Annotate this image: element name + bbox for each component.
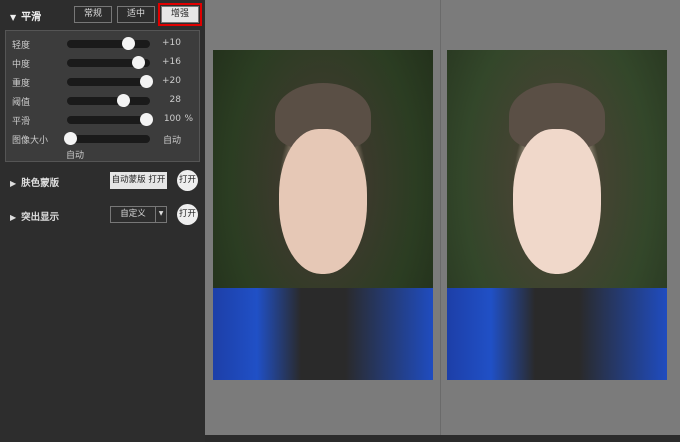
highlight-select[interactable]: 自定义 ▼ [110,206,167,223]
slider-value: 100 [163,114,181,124]
slider-thumb[interactable] [64,132,78,145]
slider-label: 重度 [12,79,31,89]
slider-unit: % [184,114,193,124]
slider-row: 中度 +16 [6,55,201,71]
collapse-triangle-icon: ▼ [10,13,17,22]
expand-triangle-icon: ▶ [10,213,17,222]
slider-label: 平滑 [12,117,31,127]
select-value: 自定义 [120,209,146,219]
slider-track[interactable] [67,113,153,126]
slider-value: 自动 [162,136,181,146]
skin-mask-toggle[interactable]: 打开 [177,170,198,191]
slider-track[interactable] [67,94,150,107]
slider-label: 阈值 [12,98,31,108]
dropdown-arrow-icon: ▼ [155,207,166,222]
slider-track[interactable] [64,132,150,145]
slider-thumb[interactable] [139,113,153,126]
preset-normal-button[interactable]: 常规 [74,6,112,23]
slider-thumb[interactable] [139,75,153,88]
slider-track[interactable] [67,37,150,50]
divider [440,0,441,435]
auto-mask-button[interactable]: 自动蒙版 打开 [110,172,167,189]
skin-mask-header[interactable]: ▶ 肤色蒙版 [10,175,59,189]
preset-enhanced-button[interactable]: 增强 [158,3,202,26]
slider-thumb[interactable] [121,37,135,50]
slider-label: 中度 [12,60,31,70]
settings-panel: ▼ 平滑 常规 适中 增强 轻度 +10 中度 +16 重度 +20 阈值 28 … [0,0,205,442]
slider-thumb[interactable] [132,56,146,69]
section-title: 突出显示 [21,212,60,223]
slider-thumb[interactable] [116,94,130,107]
section-title: 平滑 [21,12,42,23]
after-photo [447,50,667,380]
slider-label: 轻度 [12,41,31,51]
slider-row: 图像大小 自动 [6,131,201,147]
section-title: 肤色蒙版 [21,178,60,189]
slider-track[interactable] [67,56,150,69]
before-photo [213,50,433,380]
slider-track[interactable] [67,75,153,88]
highlight-toggle[interactable]: 打开 [177,204,198,225]
slider-value: +20 [162,76,181,86]
highlight-header[interactable]: ▶ 突出显示 [10,209,59,223]
slider-row: 平滑 100 % [6,112,201,128]
slider-row: 轻度 +10 [6,36,201,52]
slider-value: +16 [162,57,181,67]
preview-area [205,0,680,435]
image-size-sublabel: 自动 [66,151,85,161]
expand-triangle-icon: ▶ [10,179,17,188]
preset-medium-button[interactable]: 适中 [117,6,155,23]
slider-value: +10 [162,38,181,48]
slider-label: 图像大小 [12,136,49,146]
slider-row: 阈值 28 [6,93,201,109]
slider-value: 28 [169,95,181,105]
smooth-section-header[interactable]: ▼ 平滑 [10,8,41,23]
smooth-sliders-box: 轻度 +10 中度 +16 重度 +20 阈值 28 平滑 100 % 图像大小 … [5,30,200,162]
slider-row: 重度 +20 [6,74,201,90]
